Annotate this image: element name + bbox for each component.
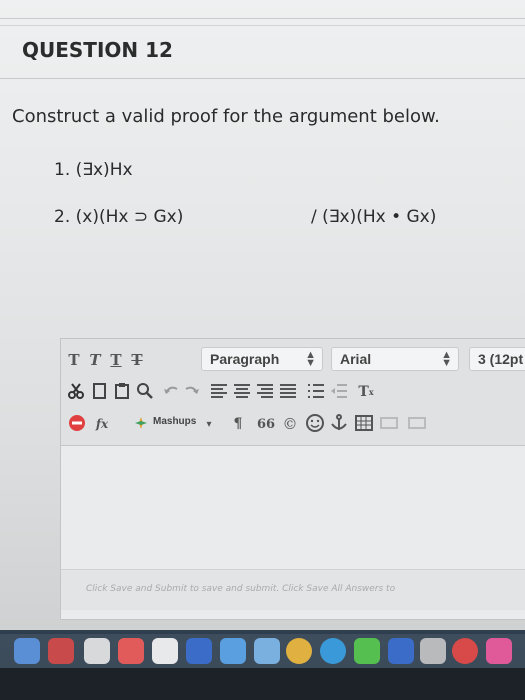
underline-button[interactable]: T bbox=[107, 349, 125, 371]
editor-toolbar: T T T T Paragraph ▲▼ Arial ▲▼ 3 (12pt bbox=[61, 339, 525, 446]
pilcrow-button[interactable]: ¶ bbox=[231, 413, 245, 435]
device-bezel bbox=[0, 668, 525, 700]
app-icon[interactable] bbox=[220, 638, 246, 664]
question-prompt: Construct a valid proof for the argument… bbox=[12, 106, 440, 127]
save-instructions: Click Save and Submit to save and submit… bbox=[86, 584, 396, 594]
align-center-icon[interactable] bbox=[232, 381, 252, 401]
divider bbox=[0, 25, 525, 26]
premise-1: 1. (∃x)Hx bbox=[54, 160, 133, 180]
size-select[interactable]: 3 (12pt bbox=[469, 347, 525, 371]
finder-icon[interactable] bbox=[14, 638, 40, 664]
select-arrows-icon: ▲ ▼ bbox=[441, 349, 452, 369]
superscript-label: T bbox=[358, 384, 369, 400]
formula-button[interactable]: fx bbox=[91, 413, 113, 435]
outdent-icon[interactable] bbox=[329, 381, 349, 401]
table-delete-icon[interactable] bbox=[407, 413, 427, 433]
strikethrough-button[interactable]: T bbox=[128, 349, 146, 371]
paragraph-select-label: Paragraph bbox=[210, 351, 280, 367]
paragraph-select[interactable]: Paragraph ▲ ▼ bbox=[201, 347, 323, 371]
align-left-icon[interactable] bbox=[209, 381, 229, 401]
font-select-label: Arial bbox=[340, 351, 372, 367]
align-right-icon[interactable] bbox=[255, 381, 275, 401]
mashups-button[interactable]: Mashups bbox=[153, 416, 196, 427]
photos-icon[interactable] bbox=[286, 638, 312, 664]
conclusion: / (∃x)(Hx • Gx) bbox=[311, 207, 437, 227]
select-arrows-icon: ▲ ▼ bbox=[305, 349, 316, 369]
bold-button[interactable]: T bbox=[65, 349, 83, 371]
toolbar-row-2: Tx bbox=[61, 377, 525, 407]
app-icon[interactable] bbox=[354, 638, 380, 664]
paste-icon[interactable] bbox=[112, 381, 132, 401]
divider bbox=[0, 18, 525, 19]
divider bbox=[0, 78, 525, 79]
font-select[interactable]: Arial ▲ ▼ bbox=[331, 347, 459, 371]
copyright-button[interactable]: © bbox=[281, 413, 299, 435]
question-title: QUESTION 12 bbox=[22, 38, 173, 62]
music-icon[interactable] bbox=[486, 638, 512, 664]
editor-text-area[interactable] bbox=[61, 446, 525, 568]
search-icon[interactable] bbox=[135, 381, 155, 401]
superscript-button[interactable]: Tx bbox=[357, 381, 375, 403]
app-icon[interactable] bbox=[186, 638, 212, 664]
app-icon[interactable] bbox=[84, 638, 110, 664]
toolbar-row-3: fx Mashups ▾ ¶ 66 © bbox=[61, 409, 525, 439]
cut-icon[interactable] bbox=[66, 381, 86, 401]
mashups-icon bbox=[135, 417, 147, 429]
mashups-dropdown-icon[interactable]: ▾ bbox=[203, 413, 215, 435]
table-options-icon[interactable] bbox=[379, 413, 399, 433]
justify-icon[interactable] bbox=[278, 381, 298, 401]
toolbar-row-1: T T T T Paragraph ▲ ▼ Arial ▲ ▼ 3 (12pt bbox=[61, 345, 525, 375]
quote-button[interactable]: 66 bbox=[257, 413, 275, 435]
list-icon[interactable] bbox=[306, 381, 326, 401]
notes-icon[interactable] bbox=[152, 638, 178, 664]
premise-2: 2. (x)(Hx ⊃ Gx) bbox=[54, 207, 184, 227]
copy-icon[interactable] bbox=[89, 381, 109, 401]
table-icon[interactable] bbox=[354, 413, 374, 433]
superscript-x: x bbox=[368, 387, 374, 397]
editor-status-bar: Click Save and Submit to save and submit… bbox=[61, 569, 525, 610]
app-store-icon[interactable] bbox=[388, 638, 414, 664]
app-icon[interactable] bbox=[420, 638, 446, 664]
undo-icon[interactable] bbox=[161, 381, 181, 401]
app-icon[interactable] bbox=[320, 638, 346, 664]
redo-icon[interactable] bbox=[182, 381, 202, 401]
calendar-icon[interactable] bbox=[118, 638, 144, 664]
app-icon[interactable] bbox=[452, 638, 478, 664]
emoji-icon[interactable] bbox=[305, 413, 325, 433]
app-icon[interactable] bbox=[48, 638, 74, 664]
spellcheck-icon[interactable] bbox=[67, 413, 87, 433]
anchor-icon[interactable] bbox=[329, 413, 349, 433]
size-select-label: 3 (12pt bbox=[478, 351, 524, 367]
app-icon[interactable] bbox=[254, 638, 280, 664]
answer-editor[interactable]: T T T T Paragraph ▲▼ Arial ▲▼ 3 (12pt bbox=[60, 338, 525, 620]
italic-button[interactable]: T bbox=[86, 349, 104, 371]
